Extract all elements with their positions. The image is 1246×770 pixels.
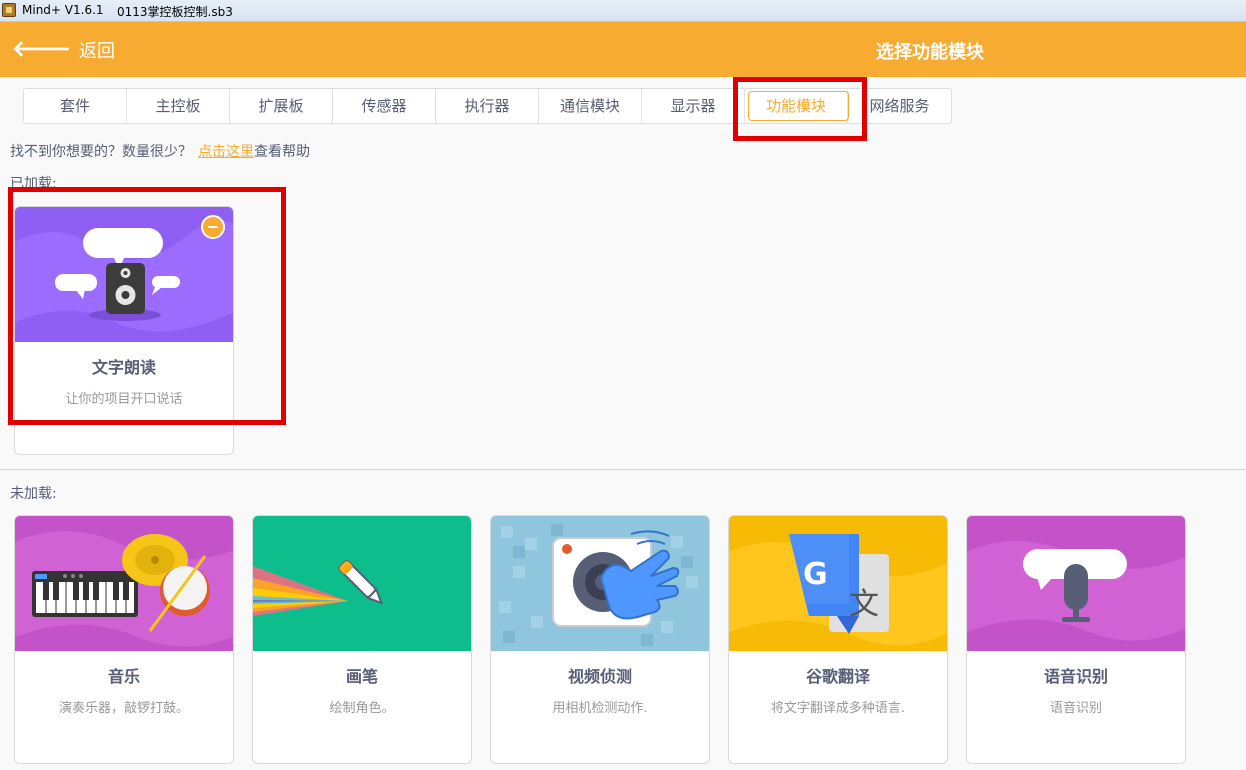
card-title: 谷歌翻译: [805, 667, 870, 686]
app-logo-icon: [2, 3, 16, 17]
card-title: 视频侦测: [567, 667, 632, 686]
tab-mainboard[interactable]: 主控板: [127, 89, 230, 123]
card-description: 将文字翻译成多种语言.: [770, 701, 906, 716]
window-titlebar: Mind+ V1.6.1 0113掌控板控制.sb3: [0, 0, 1246, 22]
unloaded-section-label: 未加载:: [10, 486, 57, 502]
extension-card-google-translate[interactable]: G 文 谷歌翻译 将文字翻译成多种语言.: [728, 515, 948, 764]
card-title: 语音识别: [1043, 667, 1108, 686]
card-description: 语音识别: [1049, 701, 1102, 716]
tab-display[interactable]: 显示器: [642, 89, 745, 123]
card-thumbnail: [967, 516, 1185, 651]
tab-expansion-board[interactable]: 扩展板: [230, 89, 333, 123]
card-description: 演奏乐器，敲锣打鼓。: [58, 701, 189, 716]
help-text: 找不到你想要的？数量很少？ 点击这里查看帮助: [10, 141, 310, 161]
card-thumbnail: G 文: [729, 516, 947, 651]
tab-actuator[interactable]: 执行器: [436, 89, 539, 123]
card-thumbnail: [491, 516, 709, 651]
page-header: 🡐 返回 选择功能模块: [0, 22, 1246, 77]
section-divider: [0, 469, 1246, 470]
help-prefix: 找不到你想要的？数量很少？: [10, 144, 192, 160]
window-file-name: 0113掌控板控制.sb3: [117, 5, 233, 19]
help-suffix: 查看帮助: [254, 144, 310, 160]
extension-card-music[interactable]: 音乐 演奏乐器，敲锣打鼓。: [14, 515, 234, 764]
card-description: 用相机检测动作.: [552, 701, 648, 716]
card-title: 音乐: [107, 667, 140, 686]
highlight-box-tab: [733, 77, 867, 141]
window-app-name: Mind+ V1.6.1: [22, 3, 104, 17]
tab-kit[interactable]: 套件: [24, 89, 127, 123]
card-thumbnail: [253, 516, 471, 651]
svg-text:文: 文: [849, 587, 879, 622]
card-description: 绘制角色。: [329, 701, 395, 716]
page-title: 选择功能模块: [876, 42, 984, 63]
extension-card-speech-recognition[interactable]: 语音识别 语音识别: [966, 515, 1186, 764]
camera-hand-icon: [491, 516, 709, 651]
tab-sensor[interactable]: 传感器: [333, 89, 436, 123]
card-title: 画笔: [345, 667, 378, 686]
extension-card-pen[interactable]: 画笔 绘制角色。: [252, 515, 472, 764]
microphone-icon: [967, 516, 1185, 651]
help-link[interactable]: 点击这里: [198, 144, 254, 160]
music-instruments-icon: [15, 516, 233, 651]
pen-icon: [253, 516, 471, 651]
back-label: 返回: [79, 41, 115, 62]
card-thumbnail: [15, 516, 233, 651]
back-button[interactable]: 🡐 返回: [12, 37, 115, 63]
highlight-box-card: [8, 187, 286, 425]
translate-icon: G 文: [729, 516, 947, 651]
arrow-left-icon: 🡐: [12, 37, 71, 62]
tab-communication[interactable]: 通信模块: [539, 89, 642, 123]
extension-card-video-sensing[interactable]: 视频侦测 用相机检测动作.: [490, 515, 710, 764]
svg-text:G: G: [803, 557, 828, 592]
